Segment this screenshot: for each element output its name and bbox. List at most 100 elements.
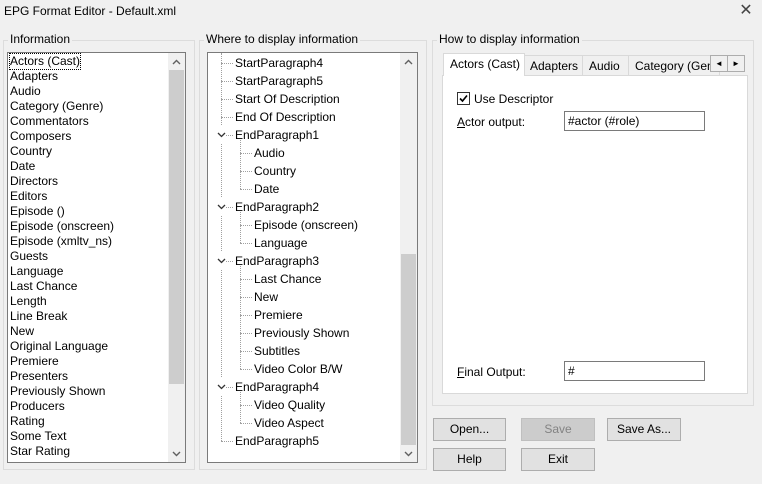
expand-chevron-icon[interactable] xyxy=(216,126,226,144)
tab-actors-cast[interactable]: Actors (Cast) xyxy=(443,53,525,76)
tree-node-paragraph[interactable]: StartParagraph5 xyxy=(235,72,323,90)
tree-connector xyxy=(221,63,233,64)
tab-audio[interactable]: Audio xyxy=(582,55,630,76)
actor-output-field[interactable]: #actor (#role) xyxy=(564,111,705,131)
information-list-item[interactable]: Guests xyxy=(10,249,48,264)
information-scrollbar[interactable] xyxy=(168,53,185,462)
tab-adapters[interactable]: Adapters xyxy=(523,55,584,76)
information-list-item[interactable]: Actors (Cast) xyxy=(8,53,82,70)
tree-connector xyxy=(240,315,252,316)
tree-guide-line xyxy=(240,140,241,189)
information-list-item[interactable]: Line Break xyxy=(10,309,67,324)
tree-node-paragraph[interactable]: Start Of Description xyxy=(235,90,340,108)
help-button[interactable]: Help xyxy=(433,448,506,471)
use-descriptor-label: Use Descriptor xyxy=(474,92,554,106)
tree-node-paragraph[interactable]: EndParagraph5 xyxy=(235,432,319,450)
information-list-item[interactable]: Directors xyxy=(10,174,58,189)
tree-connector xyxy=(240,351,252,352)
tree-node-paragraph[interactable]: EndParagraph3 xyxy=(235,252,319,270)
information-list-item[interactable]: Presenters xyxy=(10,369,68,384)
close-icon[interactable]: ✕ xyxy=(738,3,754,19)
tree-node-item[interactable]: Last Chance xyxy=(254,270,321,288)
chevron-up-icon[interactable] xyxy=(168,53,185,70)
tree-connector xyxy=(240,243,252,244)
information-list-item[interactable]: Episode (xmltv_ns) xyxy=(10,234,112,249)
tree-connector xyxy=(240,279,252,280)
information-list[interactable]: Actors (Cast) Adapters Audio Category (Genr… xyxy=(7,52,186,463)
tree-node-item[interactable]: New xyxy=(254,288,278,306)
tree-connector xyxy=(221,441,233,442)
tree-connector xyxy=(240,153,252,154)
save-as-button[interactable]: Save As... xyxy=(607,418,681,441)
information-list-item[interactable]: Country xyxy=(10,144,52,159)
tree-node-item[interactable]: Audio xyxy=(254,144,285,162)
tree-node-paragraph[interactable]: EndParagraph1 xyxy=(235,126,319,144)
final-output-label: Final Output: xyxy=(457,365,526,379)
where-scroll-thumb[interactable] xyxy=(401,254,416,445)
tab-category-genre[interactable]: Category (Genre) xyxy=(628,55,720,76)
tree-node-item[interactable]: Date xyxy=(254,180,279,198)
where-scrollbar[interactable] xyxy=(400,53,417,462)
tree-node-item[interactable]: Previously Shown xyxy=(254,324,349,342)
where-tree[interactable]: StartParagraph4 StartParagraph5 Start Of D… xyxy=(207,52,418,463)
information-list-item[interactable]: Star Rating xyxy=(10,444,70,459)
actor-output-label: Actor output: xyxy=(457,115,526,129)
information-list-item[interactable]: Audio xyxy=(10,84,41,99)
information-list-item[interactable]: Episode () xyxy=(10,204,65,219)
expand-chevron-icon[interactable] xyxy=(216,198,226,216)
tree-node-paragraph[interactable]: EndParagraph4 xyxy=(235,378,319,396)
tree-node-paragraph[interactable]: EndParagraph2 xyxy=(235,198,319,216)
information-list-item[interactable]: Producers xyxy=(10,399,65,414)
information-list-item[interactable]: Category (Genre) xyxy=(10,99,103,114)
tab-scroll-right-button[interactable]: ► xyxy=(727,55,745,72)
expand-chevron-icon[interactable] xyxy=(216,252,226,270)
tree-guide-line xyxy=(240,392,241,423)
tree-node-item[interactable]: Country xyxy=(254,162,296,180)
information-list-item[interactable]: Rating xyxy=(10,414,45,429)
tree-connector xyxy=(240,225,252,226)
tree-connector xyxy=(221,99,233,100)
tree-node-item[interactable]: Subtitles xyxy=(254,342,300,360)
expand-chevron-icon[interactable] xyxy=(216,378,226,396)
tree-node-item[interactable]: Video Aspect xyxy=(254,414,324,432)
tree-node-item[interactable]: Language xyxy=(254,234,307,252)
tree-node-paragraph[interactable]: StartParagraph4 xyxy=(235,54,323,72)
use-descriptor-checkbox[interactable] xyxy=(457,92,470,105)
tree-connector xyxy=(240,423,252,424)
tree-connector xyxy=(240,297,252,298)
information-list-item[interactable]: Last Chance xyxy=(10,279,77,294)
tree-connector xyxy=(221,81,233,82)
exit-button[interactable]: Exit xyxy=(521,448,595,471)
information-group-label: Information xyxy=(8,32,73,46)
information-scroll-thumb[interactable] xyxy=(169,70,184,384)
tree-node-item[interactable]: Video Quality xyxy=(254,396,325,414)
information-list-item[interactable]: Length xyxy=(10,294,47,309)
open-button[interactable]: Open... xyxy=(433,418,506,441)
tree-node-paragraph[interactable]: End Of Description xyxy=(235,108,336,126)
tree-node-item[interactable]: Episode (onscreen) xyxy=(254,216,358,234)
chevron-down-icon[interactable] xyxy=(168,445,185,462)
information-list-item[interactable]: Adapters xyxy=(10,69,58,84)
chevron-up-icon[interactable] xyxy=(400,53,417,70)
where-group-label: Where to display information xyxy=(204,32,361,46)
tab-scroll-left-button[interactable]: ◄ xyxy=(710,55,728,72)
tree-guide-line xyxy=(240,266,241,369)
information-list-item[interactable]: New xyxy=(10,324,34,339)
information-list-item[interactable]: Some Text xyxy=(10,429,66,444)
information-list-item[interactable]: Editors xyxy=(10,189,47,204)
information-list-item[interactable]: Language xyxy=(10,264,63,279)
tree-connector xyxy=(240,333,252,334)
information-list-item[interactable]: Premiere xyxy=(10,354,59,369)
information-list-item[interactable]: Commentators xyxy=(10,114,89,129)
save-button[interactable]: Save xyxy=(521,418,595,441)
tree-guide-line xyxy=(240,212,241,243)
information-list-item[interactable]: Original Language xyxy=(10,339,108,354)
information-list-item[interactable]: Episode (onscreen) xyxy=(10,219,114,234)
tree-node-item[interactable]: Video Color B/W xyxy=(254,360,342,378)
information-list-item[interactable]: Composers xyxy=(10,129,71,144)
tree-node-item[interactable]: Premiere xyxy=(254,306,303,324)
information-list-item[interactable]: Date xyxy=(10,159,35,174)
final-output-field[interactable]: # xyxy=(564,361,705,381)
chevron-down-icon[interactable] xyxy=(400,445,417,462)
information-list-item[interactable]: Previously Shown xyxy=(10,384,105,399)
